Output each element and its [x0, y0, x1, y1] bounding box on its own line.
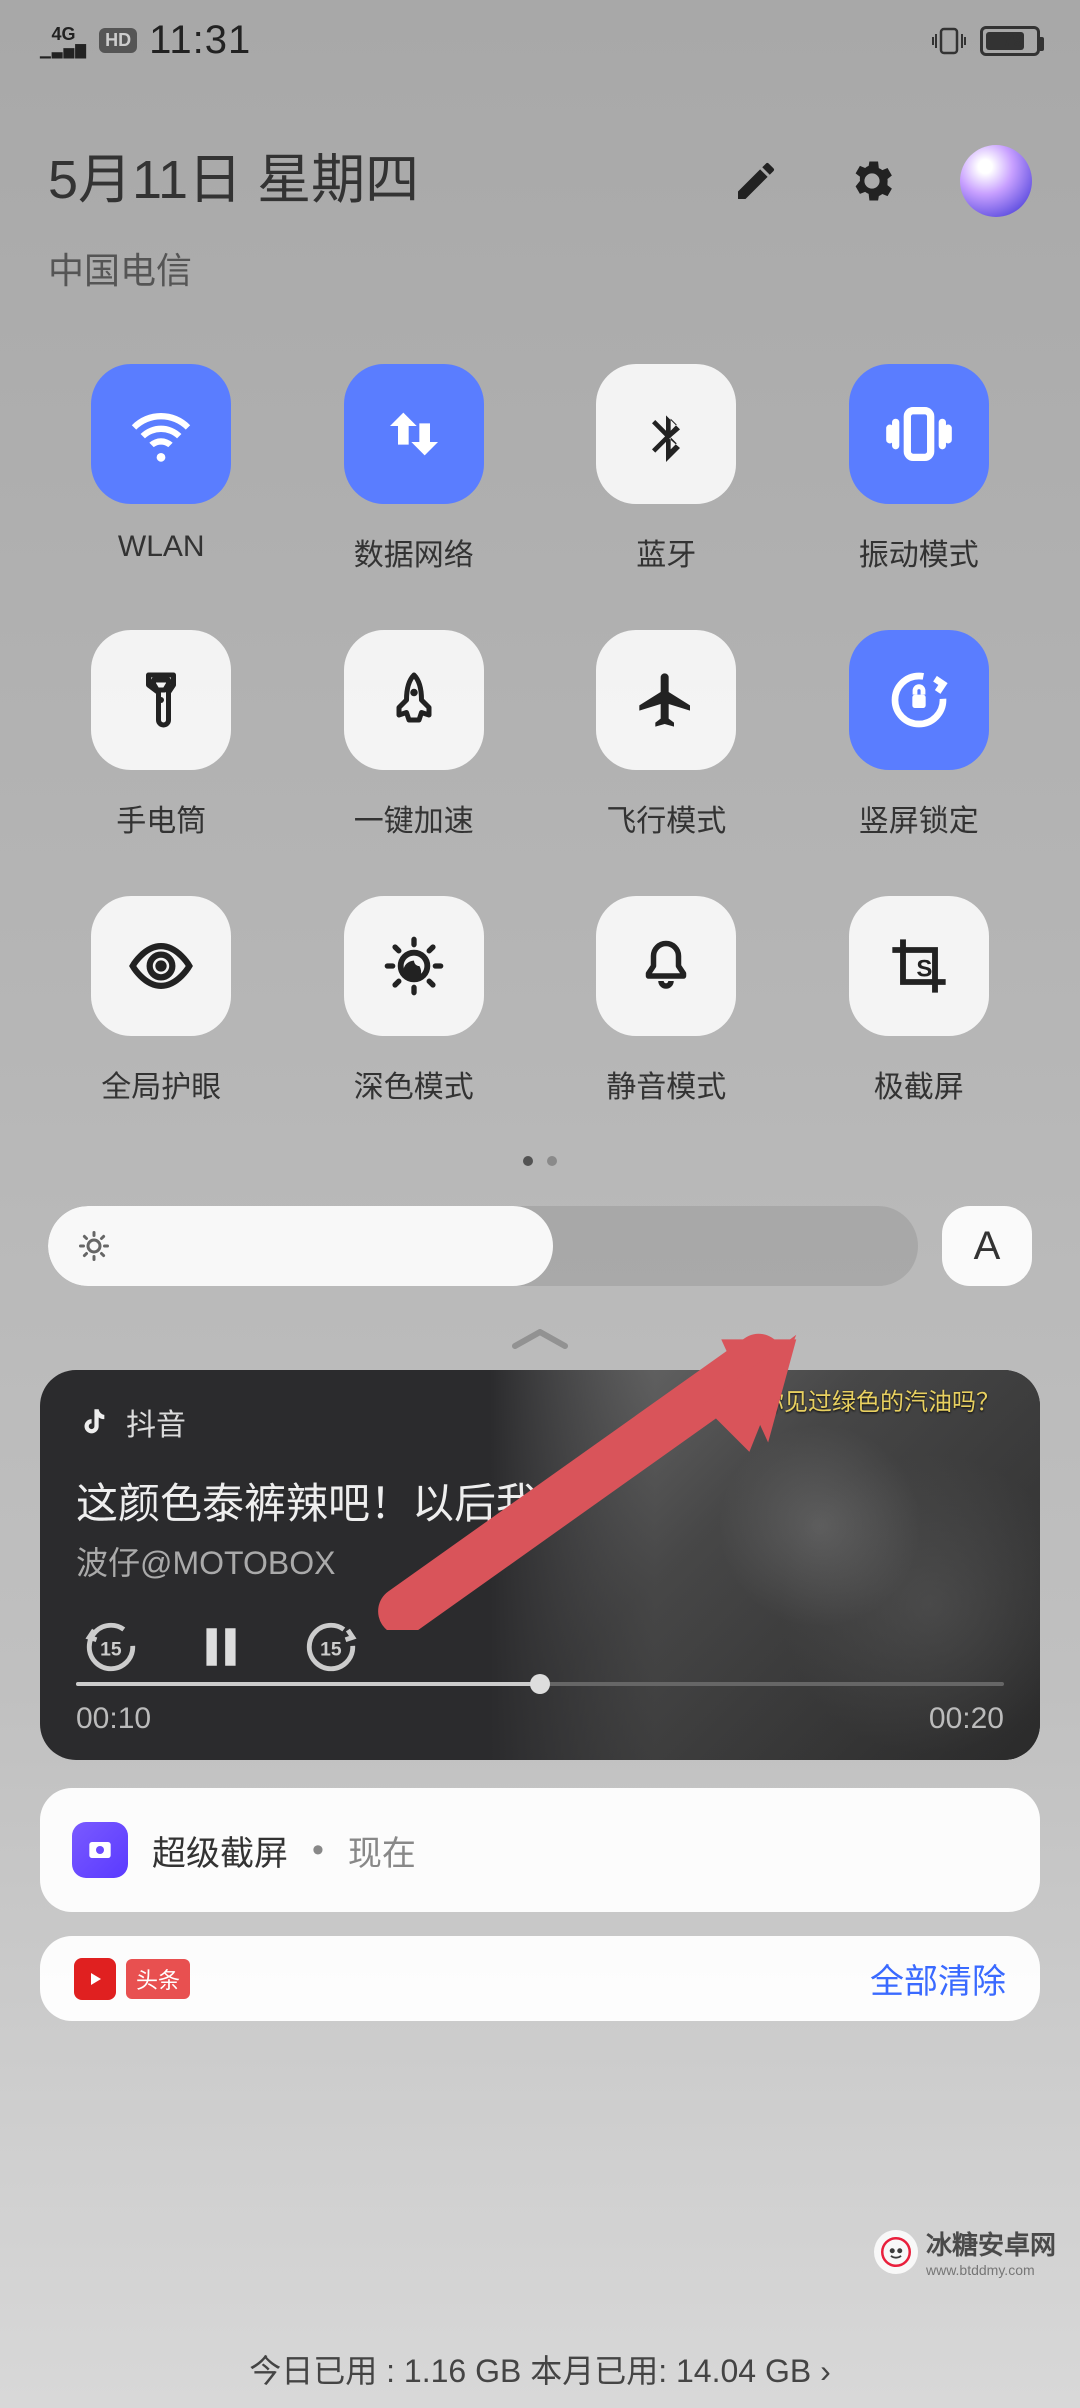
brightness-row: A — [0, 1166, 1080, 1306]
tiktok-icon — [76, 1405, 110, 1439]
network-indicator: 4G ▁▃▅▇ — [40, 25, 87, 57]
dark-mode-icon[interactable] — [344, 896, 484, 1036]
vibrate-status-icon — [932, 27, 966, 55]
tile-wlan[interactable]: WLAN — [70, 364, 253, 574]
screenshot-icon[interactable]: S — [849, 896, 989, 1036]
notification-footer: 头条 全部清除 — [40, 1936, 1040, 2021]
tile-boost[interactable]: 一键加速 — [323, 630, 506, 840]
pause-button[interactable] — [186, 1612, 256, 1682]
quick-settings-grid: WLAN 数据网络 蓝牙 振动模式 手电筒 一键加速 飞行模式 — [0, 334, 1080, 1126]
header-date: 5月11日 星期四 — [48, 135, 419, 214]
status-bar: 4G ▁▃▅▇ HD 11:31 79 — [0, 0, 1080, 75]
rotation-lock-icon[interactable] — [849, 630, 989, 770]
svg-text:15: 15 — [320, 1639, 342, 1660]
gear-icon[interactable] — [844, 153, 900, 209]
bluetooth-icon[interactable] — [596, 364, 736, 504]
svg-text:15: 15 — [100, 1639, 122, 1660]
tile-data[interactable]: 数据网络 — [323, 364, 506, 574]
tile-torch[interactable]: 手电筒 — [70, 630, 253, 840]
tile-eye-comfort[interactable]: 全局护眼 — [70, 896, 253, 1106]
forward-15-button[interactable]: 15 — [296, 1612, 366, 1682]
tile-screenshot[interactable]: S 极截屏 — [828, 896, 1011, 1106]
tile-bluetooth[interactable]: 蓝牙 — [575, 364, 758, 574]
avatar[interactable] — [960, 145, 1032, 217]
tile-dark-mode[interactable]: 深色模式 — [323, 896, 506, 1106]
tile-airplane[interactable]: 飞行模式 — [575, 630, 758, 840]
time-current: 00:10 — [76, 1702, 151, 1736]
header-carrier: 中国电信 — [48, 242, 419, 294]
data-usage-bar[interactable]: 今日已用 : 1.16 GB 本月已用: 14.04 GB › — [0, 2330, 1080, 2408]
brightness-icon — [76, 1228, 112, 1264]
watermark: 冰糖安卓网 www.btddmy.com — [874, 2225, 1056, 2278]
notification-time: 现在 — [348, 1826, 416, 1875]
battery-indicator: 79 — [980, 26, 1040, 56]
rocket-icon[interactable] — [344, 630, 484, 770]
wifi-icon[interactable] — [91, 364, 231, 504]
status-right: 79 — [932, 26, 1040, 56]
page-indicator — [0, 1156, 1080, 1166]
media-progress[interactable]: 00:10 00:20 — [76, 1682, 1004, 1736]
tile-rotation-lock[interactable]: 竖屏锁定 — [828, 630, 1011, 840]
brightness-slider[interactable] — [48, 1206, 918, 1286]
toutiao-icon[interactable] — [74, 1958, 116, 2000]
screenshot-app-icon — [72, 1822, 128, 1878]
hd-badge: HD — [99, 28, 137, 53]
torch-icon[interactable] — [91, 630, 231, 770]
media-subtitle: 波仔@MOTOBOX — [76, 1538, 1004, 1584]
auto-brightness-button[interactable]: A — [942, 1206, 1032, 1286]
tile-mute[interactable]: 静音模式 — [575, 896, 758, 1106]
collapse-handle[interactable] — [0, 1324, 1080, 1354]
data-icon[interactable] — [344, 364, 484, 504]
media-app-row: 抖音 — [76, 1400, 1004, 1444]
edit-icon[interactable] — [728, 153, 784, 209]
clear-all-button[interactable]: 全部清除 — [870, 1954, 1006, 2003]
bell-icon[interactable] — [596, 896, 736, 1036]
panel-header: 5月11日 星期四 中国电信 — [0, 75, 1080, 334]
vibrate-icon[interactable] — [849, 364, 989, 504]
rewind-15-button[interactable]: 15 — [76, 1612, 146, 1682]
svg-text:S: S — [916, 956, 932, 983]
status-time: 11:31 — [149, 18, 251, 63]
media-title: 这颜色泰裤辣吧！以后我… — [76, 1470, 1004, 1528]
media-card[interactable]: 你见过绿色的汽油吗？ 抖音 这颜色泰裤辣吧！以后我… 波仔@MOTOBOX 15… — [40, 1370, 1040, 1760]
notification-screenshot[interactable]: 超级截屏 • 现在 — [40, 1788, 1040, 1912]
airplane-icon[interactable] — [596, 630, 736, 770]
time-total: 00:20 — [929, 1702, 1004, 1736]
tile-vibrate[interactable]: 振动模式 — [828, 364, 1011, 574]
status-left: 4G ▁▃▅▇ HD 11:31 — [40, 18, 251, 63]
toutiao-badge: 头条 — [126, 1959, 190, 1999]
notification-title: 超级截屏 — [152, 1826, 288, 1875]
eye-icon[interactable] — [91, 896, 231, 1036]
